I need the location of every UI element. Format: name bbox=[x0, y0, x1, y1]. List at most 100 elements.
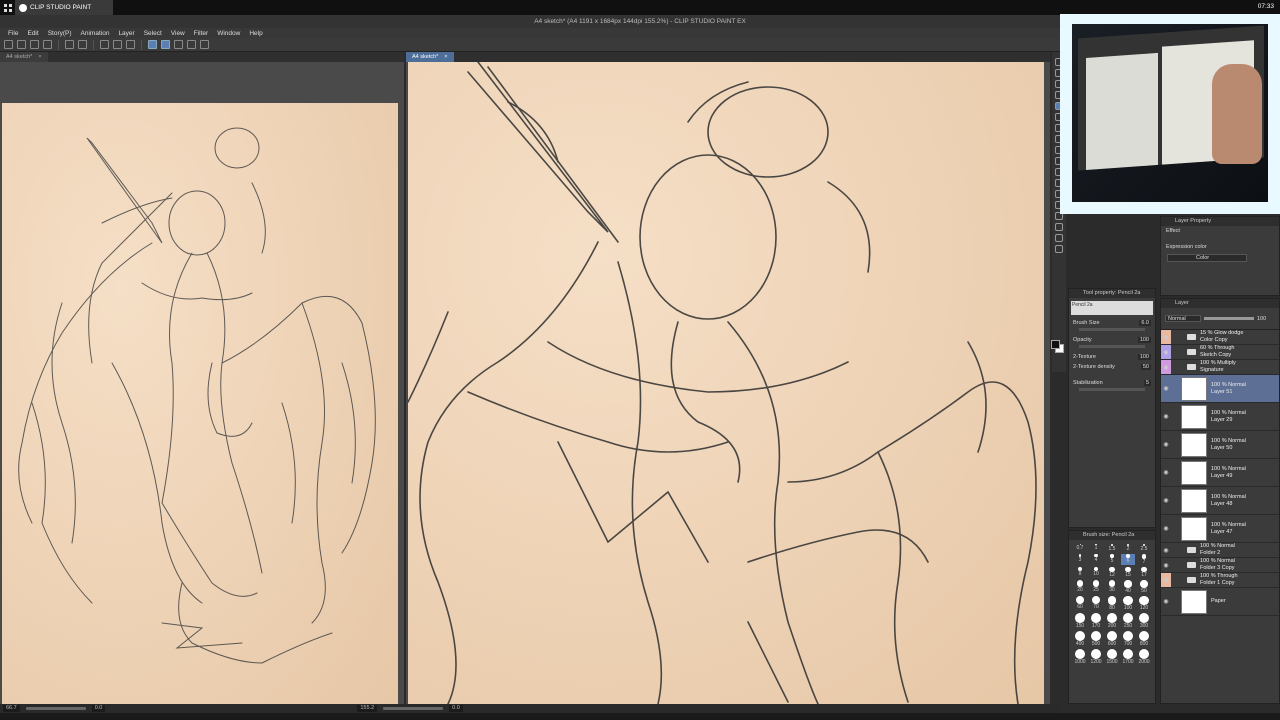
brush-size-option[interactable]: 30 bbox=[1105, 580, 1119, 594]
ruler-tool-icon[interactable] bbox=[1055, 223, 1063, 231]
right-angle-field[interactable]: 0.0 bbox=[449, 705, 463, 712]
brush-size-option[interactable]: 40 bbox=[1121, 580, 1135, 594]
layer-row[interactable]: ◉ 100 % Normal Folder 2 bbox=[1161, 543, 1279, 558]
layer-row[interactable]: ◉ 100 % Normal Folder 3 Copy bbox=[1161, 558, 1279, 573]
brush-size-option[interactable]: 2 bbox=[1121, 544, 1135, 552]
layer-row[interactable]: ◉ 100 % Normal Layer 48 bbox=[1161, 487, 1279, 515]
layer-row[interactable]: ◉ 100 % Normal Layer 49 bbox=[1161, 459, 1279, 487]
eye-icon[interactable]: ◉ bbox=[1161, 375, 1171, 402]
menu-edit[interactable]: Edit bbox=[27, 30, 38, 37]
layer-row[interactable]: ◉ 100 % Multiply Signature bbox=[1161, 360, 1279, 375]
eye-icon[interactable]: ◉ bbox=[1161, 543, 1171, 557]
brush-size-slider[interactable] bbox=[1079, 328, 1145, 331]
brush-size-option[interactable]: 7 bbox=[1137, 554, 1151, 565]
texture-density-row[interactable]: 2-Texture density 50 bbox=[1069, 362, 1155, 372]
brush-size-option[interactable]: 1200 bbox=[1089, 649, 1103, 665]
layer-opacity-slider[interactable] bbox=[1204, 317, 1254, 320]
undo-icon[interactable] bbox=[65, 40, 74, 49]
brush-size-option[interactable]: 150 bbox=[1073, 613, 1087, 629]
eye-icon[interactable]: ◉ bbox=[1161, 558, 1171, 572]
menu-file[interactable]: File bbox=[8, 30, 18, 37]
opacity-slider[interactable] bbox=[1079, 345, 1145, 348]
eye-icon[interactable]: ◉ bbox=[1161, 459, 1171, 486]
stabilization-row[interactable]: Stabilization 5 bbox=[1069, 378, 1155, 388]
brush-size-option[interactable]: 4 bbox=[1089, 554, 1103, 564]
brush-size-option[interactable]: 1500 bbox=[1105, 649, 1119, 665]
lasso-tool-icon[interactable] bbox=[1055, 245, 1063, 253]
brush-size-option[interactable]: 8 bbox=[1073, 566, 1087, 579]
eye-icon[interactable]: ◉ bbox=[1161, 431, 1171, 458]
brush-size-option[interactable]: 60 bbox=[1073, 596, 1087, 611]
brush-size-option[interactable]: 1.5 bbox=[1105, 544, 1119, 552]
brush-size-option[interactable]: 80 bbox=[1105, 596, 1119, 611]
brush-size-option[interactable]: 2.5 bbox=[1137, 544, 1151, 552]
eye-icon[interactable]: ◉ bbox=[1161, 487, 1171, 514]
eye-icon[interactable]: ◉ bbox=[1161, 403, 1171, 430]
menu-story[interactable]: Story(P) bbox=[48, 30, 72, 37]
menu-select[interactable]: Select bbox=[144, 30, 162, 37]
left-doc-tab[interactable]: A4 sketch* × bbox=[0, 52, 48, 62]
layer-row[interactable]: ◉ Paper bbox=[1161, 588, 1279, 616]
fill-icon[interactable] bbox=[113, 40, 122, 49]
right-zoom-slider[interactable] bbox=[383, 707, 444, 710]
menu-animation[interactable]: Animation bbox=[81, 30, 110, 37]
brush-size-row[interactable]: Brush Size 6.0 bbox=[1069, 318, 1155, 328]
left-zoom-slider[interactable] bbox=[25, 707, 86, 710]
expression-color-select[interactable]: Color bbox=[1167, 254, 1247, 262]
eye-icon[interactable]: ◉ bbox=[1161, 330, 1171, 344]
device-icon[interactable] bbox=[187, 40, 196, 49]
brush-size-option[interactable]: 100 bbox=[1121, 596, 1135, 611]
layer-row[interactable]: ◉ 100 % Through Folder 1 Copy bbox=[1161, 573, 1279, 588]
left-canvas-paper[interactable] bbox=[2, 103, 398, 715]
windows-start-icon[interactable] bbox=[0, 0, 15, 15]
brush-size-option[interactable]: 12 bbox=[1105, 566, 1119, 579]
brush-size-option[interactable]: 250 bbox=[1121, 613, 1135, 629]
texture-density-value[interactable]: 50 bbox=[1140, 364, 1151, 370]
snap-point-icon[interactable] bbox=[174, 40, 183, 49]
brush-size-option[interactable]: 17 bbox=[1137, 566, 1151, 578]
transform-icon[interactable] bbox=[126, 40, 135, 49]
brush-size-option[interactable]: 1 bbox=[1089, 544, 1103, 552]
help-icon[interactable] bbox=[200, 40, 209, 49]
menu-icon[interactable] bbox=[4, 40, 13, 49]
brush-size-option[interactable]: 1000 bbox=[1073, 649, 1087, 665]
brush-size-option[interactable]: 70 bbox=[1089, 596, 1103, 611]
brush-size-option[interactable]: 400 bbox=[1073, 631, 1087, 647]
layer-row[interactable]: ◉ 60 % Through Sketch Copy bbox=[1161, 345, 1279, 360]
brush-size-option[interactable]: 3 bbox=[1073, 554, 1087, 564]
texture-row[interactable]: 2-Texture 100 bbox=[1069, 352, 1155, 362]
close-icon[interactable]: × bbox=[444, 52, 447, 62]
new-file-icon[interactable] bbox=[17, 40, 26, 49]
correct-line-tool-icon[interactable] bbox=[1055, 234, 1063, 242]
eye-icon[interactable]: ◉ bbox=[1161, 345, 1171, 359]
opacity-row[interactable]: Opacity 100 bbox=[1069, 335, 1155, 345]
brush-size-option[interactable]: 300 bbox=[1137, 613, 1151, 629]
layer-row[interactable]: ◉ 100 % Normal Layer 51 bbox=[1161, 375, 1279, 403]
brush-size-option[interactable]: 700 bbox=[1121, 631, 1135, 647]
brush-size-option[interactable]: 2000 bbox=[1137, 649, 1151, 665]
brush-size-option[interactable]: 25 bbox=[1089, 580, 1103, 594]
menu-view[interactable]: View bbox=[171, 30, 185, 37]
eye-icon[interactable]: ◉ bbox=[1161, 588, 1171, 615]
layer-row[interactable]: ◉ 100 % Normal Layer 29 bbox=[1161, 403, 1279, 431]
layer-row[interactable]: ◉ 100 % Normal Layer 47 bbox=[1161, 515, 1279, 543]
right-doc-tab[interactable]: A4 sketch* × bbox=[406, 52, 454, 62]
opacity-value[interactable]: 100 bbox=[1137, 337, 1151, 343]
menu-window[interactable]: Window bbox=[217, 30, 240, 37]
left-angle-field[interactable]: 0.0 bbox=[91, 705, 106, 712]
brush-size-option[interactable]: 0.7 bbox=[1073, 544, 1087, 552]
brush-size-option[interactable]: 50 bbox=[1137, 580, 1151, 594]
menu-layer[interactable]: Layer bbox=[118, 30, 134, 37]
color-swatch[interactable] bbox=[1051, 340, 1065, 354]
snap-grid-icon[interactable] bbox=[161, 40, 170, 49]
left-zoom-field[interactable]: 66.7 bbox=[3, 705, 20, 712]
brush-size-option[interactable]: 800 bbox=[1137, 631, 1151, 647]
texture-value[interactable]: 100 bbox=[1137, 354, 1151, 360]
open-icon[interactable] bbox=[30, 40, 39, 49]
layer-opacity-value[interactable]: 100 bbox=[1257, 316, 1266, 322]
eye-icon[interactable]: ◉ bbox=[1161, 573, 1171, 587]
snap-ruler-icon[interactable] bbox=[148, 40, 157, 49]
eye-icon[interactable]: ◉ bbox=[1161, 515, 1171, 542]
brush-size-option[interactable]: 170 bbox=[1089, 613, 1103, 629]
right-zoom-field[interactable]: 155.2 bbox=[357, 705, 378, 712]
